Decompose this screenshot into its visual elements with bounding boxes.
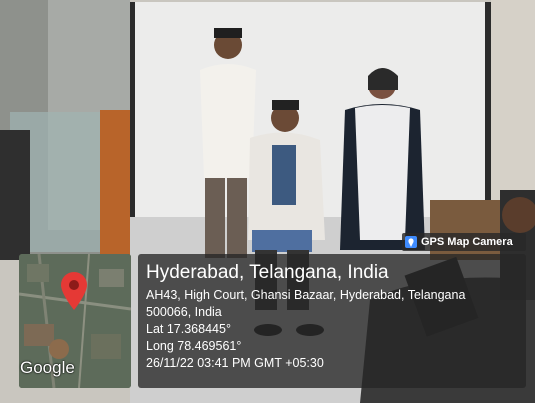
person-foreground-left <box>0 130 30 260</box>
location-info-panel: Hyderabad, Telangana, India AH43, High C… <box>138 254 526 388</box>
google-logo: Google <box>20 358 75 377</box>
camera-pin-icon <box>405 236 417 248</box>
badge-label: GPS Map Camera <box>421 236 513 248</box>
map-pin-icon <box>61 272 87 310</box>
address-line1: AH43, High Court, Ghansi Bazaar, Hyderab… <box>146 288 466 302</box>
longitude: Long 78.469561° <box>146 339 242 353</box>
address-line2: 500066, India <box>146 305 222 319</box>
timestamp: 26/11/22 03:41 PM GMT +05:30 <box>146 356 324 370</box>
latitude: Lat 17.368445° <box>146 322 231 336</box>
gps-map-camera-badge: GPS Map Camera <box>402 233 526 251</box>
wooden-frame <box>100 110 132 260</box>
location-title: Hyderabad, Telangana, India <box>146 262 389 283</box>
